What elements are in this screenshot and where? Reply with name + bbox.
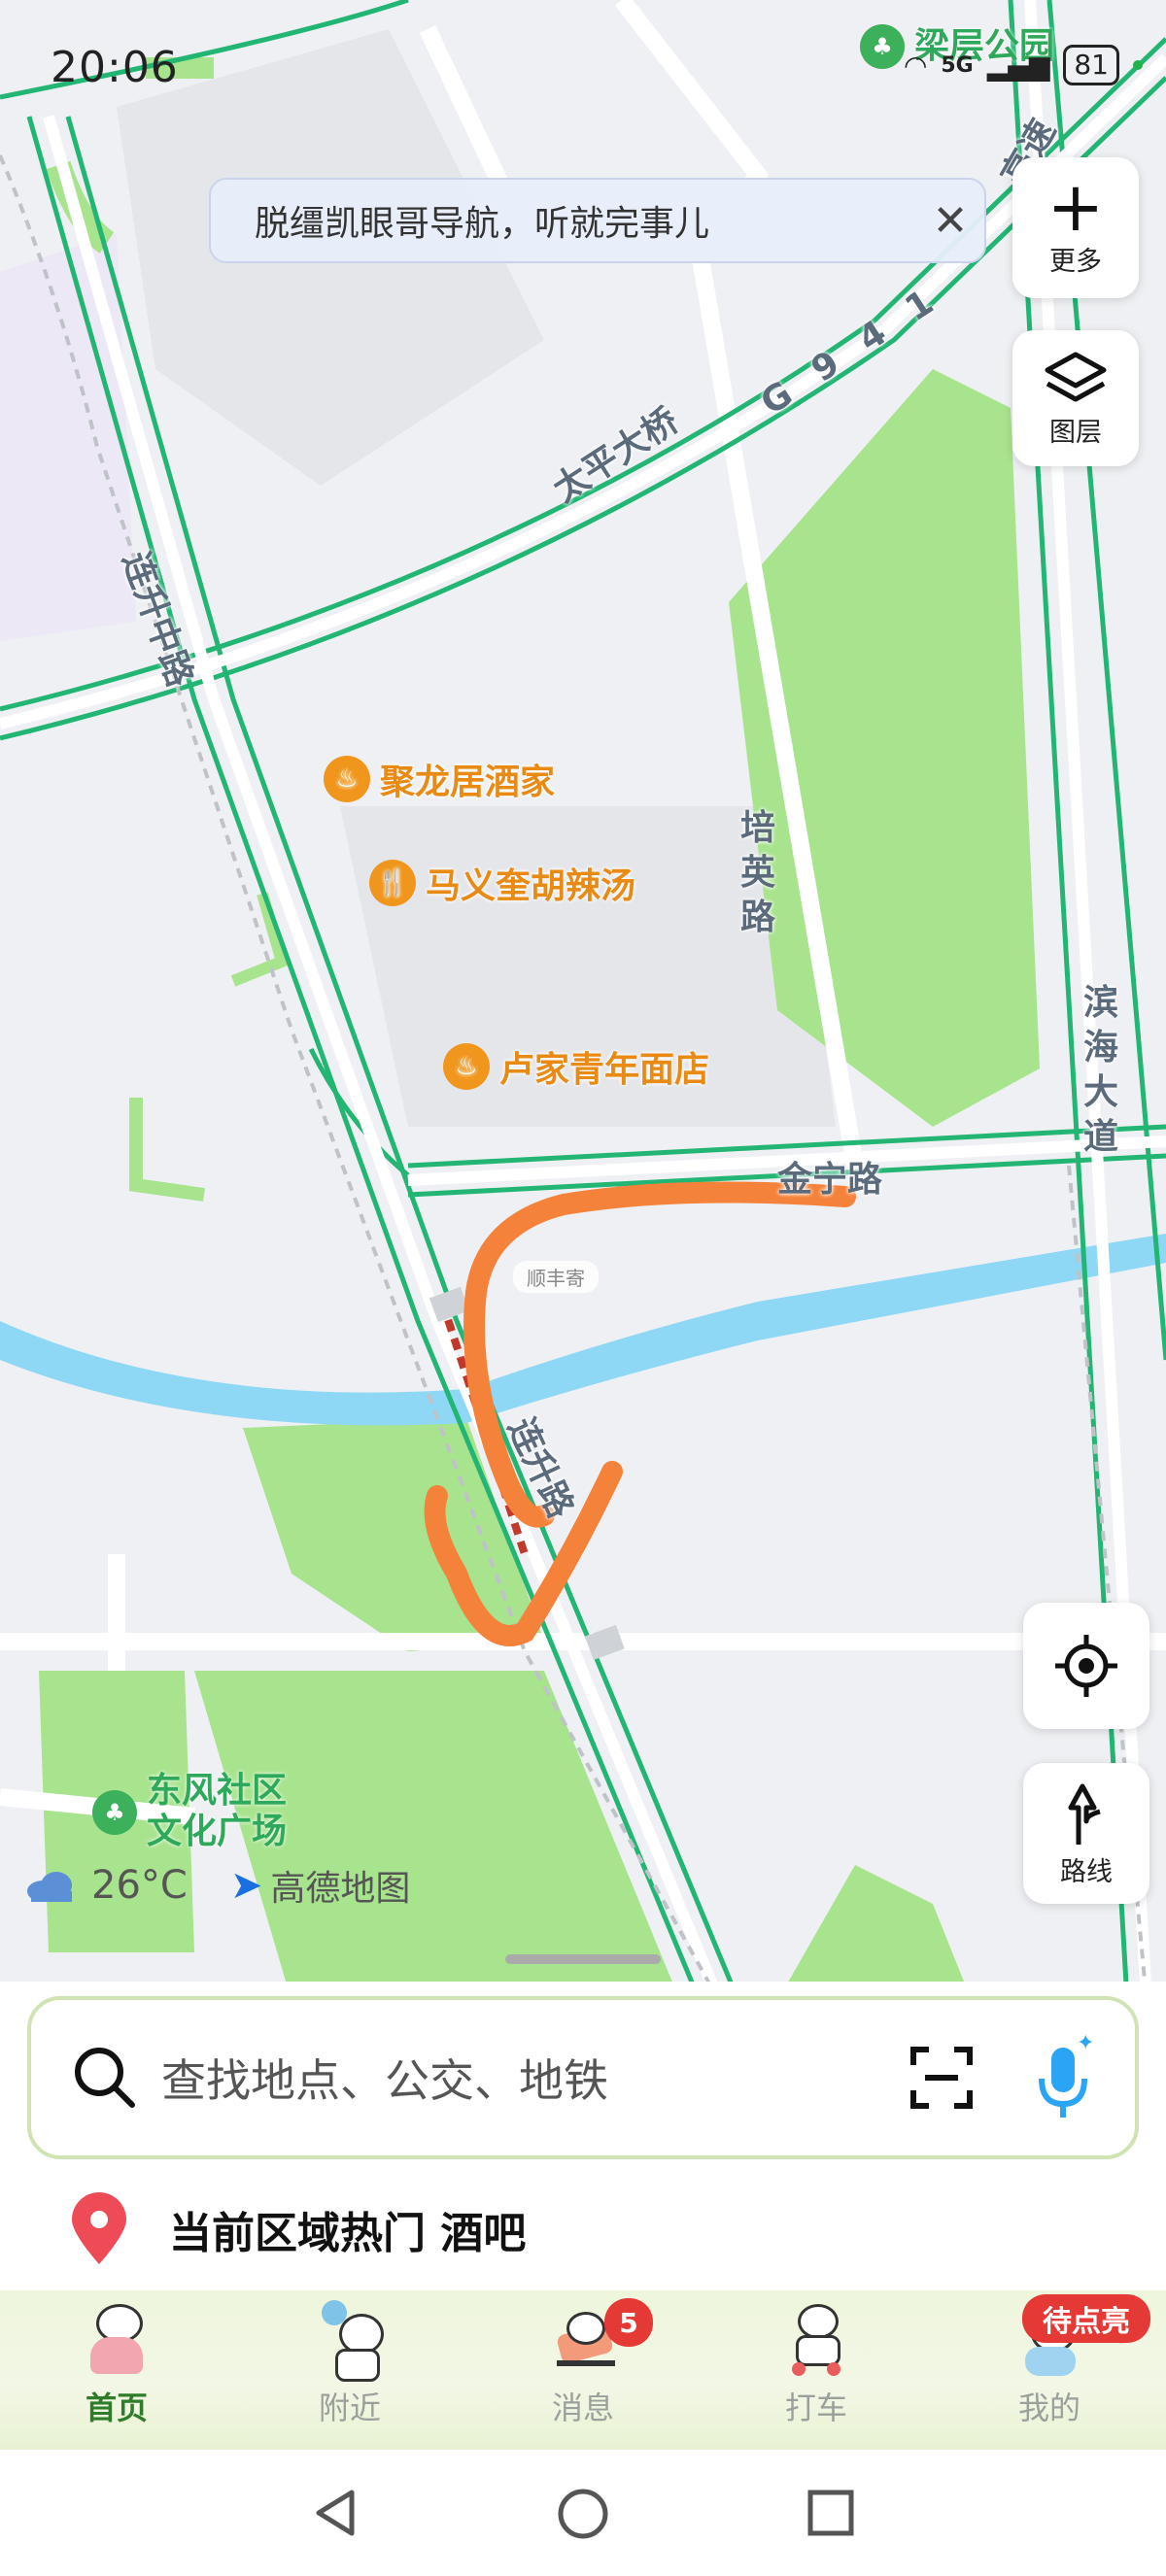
snoopy-scooter-icon [782,2300,850,2378]
navigation-voice-banner[interactable]: 脱缰凯眼哥导航，听就完事儿 ✕ [209,178,986,263]
tab-bar: 首页 附近 消息 5 打车 我的 待点亮 [0,2290,1166,2450]
plus-icon: + [1046,167,1105,247]
more-label: 更多 [1049,247,1102,277]
restaurant-icon: ♨ [324,756,370,802]
road-label-binhai-avenue: 滨海大道 [1083,983,1119,1157]
amap-arrow-icon: ➤ [229,1863,263,1908]
tree-icon: ♣ [92,1790,137,1835]
tab-nearby[interactable]: 附近 [277,2300,423,2428]
tab-label: 我的 [1017,2390,1080,2426]
privacy-dot [1133,60,1143,70]
snoopy-home-icon [83,2300,151,2378]
layers-button[interactable]: 图层 [1012,330,1139,466]
poi-name: 聚龙居酒家 [380,763,556,802]
status-time: 20:06 [51,43,179,92]
road-label-jinning: 金宁路 [777,1160,883,1200]
noodle-icon: ♨ [443,1043,490,1090]
signal-icon: ▂▄▆ [986,49,1050,82]
search-bar[interactable]: 查找地点、公交、地铁 ✦ [27,1996,1139,2159]
scan-icon[interactable] [908,2044,976,2112]
poi-mayikui[interactable]: 🍴 马义奎胡辣汤 [369,858,635,908]
brand-name: 高德地图 [270,1869,411,1909]
poi-julongju[interactable]: ♨ 聚龙居酒家 [324,754,555,804]
system-nav-bar [0,2450,1166,2576]
back-icon[interactable] [309,2487,361,2539]
route-label: 路线 [1060,1857,1113,1887]
search-icon [75,2048,135,2108]
messages-badge: 5 [604,2298,653,2347]
layers-icon [1045,352,1107,401]
status-icons: ◠ 5G ▂▄▆ 81 [904,45,1143,85]
temperature: 26°C [91,1863,188,1908]
drag-handle[interactable] [505,1954,661,1964]
voice-mic-icon[interactable]: ✦ [1034,2034,1096,2121]
tab-label: 首页 [85,2390,148,2426]
map-canvas[interactable] [0,0,1166,2001]
locate-button[interactable] [1023,1603,1149,1729]
wifi-icon: ◠ [903,49,928,82]
network-label: 5G [941,52,974,78]
weather-widget: 26°C ➤ 高德地图 [23,1860,410,1911]
tab-taxi[interactable]: 打车 [743,2300,889,2428]
locate-icon [1055,1635,1117,1697]
battery-icon: 81 [1063,45,1119,85]
route-icon [1068,1783,1101,1845]
map-tag: 顺丰寄 [513,1261,599,1293]
poi-lujia[interactable]: ♨ 卢家青年面店 [443,1041,709,1092]
search-input[interactable]: 查找地点、公交、地铁 [161,2046,908,2110]
building-block [0,233,136,641]
location-pin-icon [72,2192,126,2264]
tab-label: 打车 [784,2390,847,2426]
road-label-peiying: 培英路 [740,808,776,937]
home-icon[interactable] [556,2487,610,2541]
park-label-dongfeng: 东风社区 文化广场 [147,1771,288,1851]
close-icon[interactable]: ✕ [916,196,984,246]
tab-home[interactable]: 首页 [44,2300,189,2428]
recents-icon[interactable] [805,2487,857,2539]
tab-label: 附近 [318,2390,381,2426]
route-button[interactable]: 路线 [1023,1763,1149,1904]
banner-text: 脱缰凯眼哥导航，听就完事儿 [255,204,710,244]
poi-name: 马义奎胡辣汤 [426,866,636,906]
poi-name: 卢家青年面店 [499,1050,710,1090]
fork-knife-icon: 🍴 [369,860,416,906]
park-poi-dongfeng[interactable]: ♣ 东风社区 文化广场 [92,1771,287,1852]
brand-logo: ➤ 高德地图 [230,1860,411,1911]
hot-suggestion[interactable]: 当前区域热门 酒吧 [68,2190,526,2268]
cloud-icon [27,1872,72,1902]
more-button[interactable]: + 更多 [1012,157,1139,298]
snoopy-icecream-icon [316,2300,384,2382]
svg-text:✦: ✦ [1077,2034,1094,2055]
profile-badge: 待点亮 [1022,2294,1150,2343]
tree-icon: ♣ [860,24,905,69]
layers-label: 图层 [1049,417,1102,448]
hot-text: 当前区域热门 酒吧 [169,2209,527,2258]
tab-label: 消息 [551,2390,614,2426]
